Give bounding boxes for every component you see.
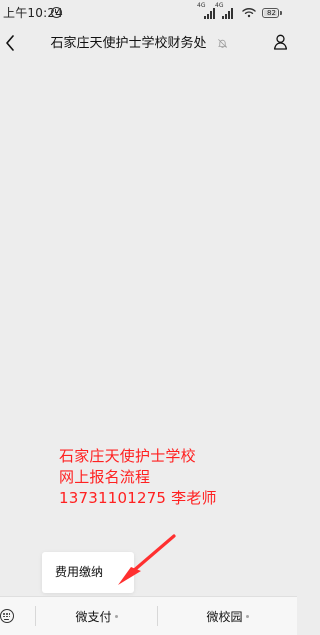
bottom-menu-bar: 微支付 微校园 bbox=[0, 596, 297, 635]
alarm-icon bbox=[51, 7, 62, 18]
bottom-menu-label: 微支付 bbox=[75, 609, 112, 624]
page-title-wrap: 石家庄天使护士学校财务处 bbox=[34, 35, 244, 53]
chat-area: 石家庄天使护士学校 网上报名流程 13731101275 李老师 费用缴纳 bbox=[0, 60, 297, 596]
user-icon bbox=[273, 34, 288, 50]
bottom-menu-campus[interactable]: 微校园 bbox=[158, 597, 297, 635]
overlay-line: 石家庄天使护士学校 bbox=[59, 447, 196, 465]
signal-icon bbox=[222, 6, 233, 19]
status-bar: 上午10:24 4G 4G 82 bbox=[0, 0, 297, 26]
overlay-text: 石家庄天使护士学校 网上报名流程 13731101275 李老师 bbox=[59, 446, 289, 509]
keyboard-toggle-button[interactable] bbox=[0, 597, 28, 635]
red-arrow-icon bbox=[118, 534, 176, 585]
chevron-left-icon bbox=[6, 35, 14, 51]
menu-dot-icon bbox=[114, 614, 118, 618]
menu-item-fee-payment[interactable]: 费用缴纳 bbox=[55, 564, 103, 580]
signal-network-label: 4G bbox=[197, 2, 206, 9]
bottom-menu-label: 微校园 bbox=[206, 609, 243, 624]
battery-level: 82 bbox=[267, 9, 276, 17]
overlay-line: 网上报名流程 bbox=[59, 468, 151, 486]
signal-network-label: 4G bbox=[215, 2, 224, 9]
mute-icon bbox=[217, 39, 227, 49]
wifi-icon bbox=[242, 8, 256, 18]
battery-icon: 82 bbox=[262, 8, 282, 18]
keyboard-icon bbox=[0, 609, 14, 623]
profile-button[interactable] bbox=[263, 26, 297, 60]
bottom-menu-pay[interactable]: 微支付 bbox=[36, 597, 157, 635]
page-title: 石家庄天使护士学校财务处 bbox=[50, 36, 207, 51]
signal-icon bbox=[204, 6, 215, 19]
title-bar: 石家庄天使护士学校财务处 bbox=[0, 26, 297, 60]
menu-dot-icon bbox=[245, 614, 249, 618]
overlay-line: 13731101275 李老师 bbox=[59, 489, 217, 507]
back-button[interactable] bbox=[0, 26, 28, 60]
